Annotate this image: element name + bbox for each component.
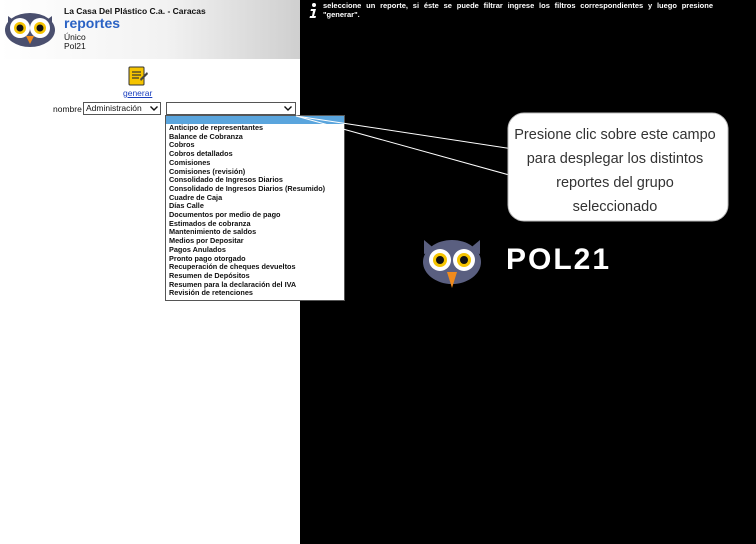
chevron-down-icon xyxy=(284,106,292,111)
owl-logo-icon xyxy=(423,240,481,288)
nombre-label: nombre xyxy=(53,104,82,114)
brand-name: POL21 xyxy=(506,243,612,276)
nombre-select-value: Administración xyxy=(86,103,142,113)
report-options: Anticipo de representantes Balance de Cob… xyxy=(166,123,344,298)
header: La Casa Del Plástico C.a. - Caracas repo… xyxy=(0,0,300,59)
reports-panel: La Casa Del Plástico C.a. - Caracas repo… xyxy=(0,0,345,544)
report-dropdown-list[interactable]: Anticipo de representantes Balance de Cob… xyxy=(165,115,345,301)
report-option[interactable]: Revisión de retenciones xyxy=(169,289,344,298)
info-icon xyxy=(309,3,316,18)
instruction-text: seleccione un reporte, si éste se puede … xyxy=(323,1,713,19)
report-select[interactable] xyxy=(166,102,296,115)
generate-button[interactable]: generar xyxy=(123,88,152,98)
owl-logo-icon xyxy=(5,13,55,47)
page-title: reportes xyxy=(64,15,121,31)
header-user: Pol21 xyxy=(64,41,86,51)
chevron-down-icon xyxy=(150,106,158,111)
callout-text: Presione clic sobre este campo para desp… xyxy=(514,127,716,215)
report-option[interactable]: Balance de Cobranza xyxy=(169,132,344,142)
nombre-select[interactable]: Administración xyxy=(83,102,161,115)
report-generate-icon[interactable] xyxy=(127,65,149,87)
